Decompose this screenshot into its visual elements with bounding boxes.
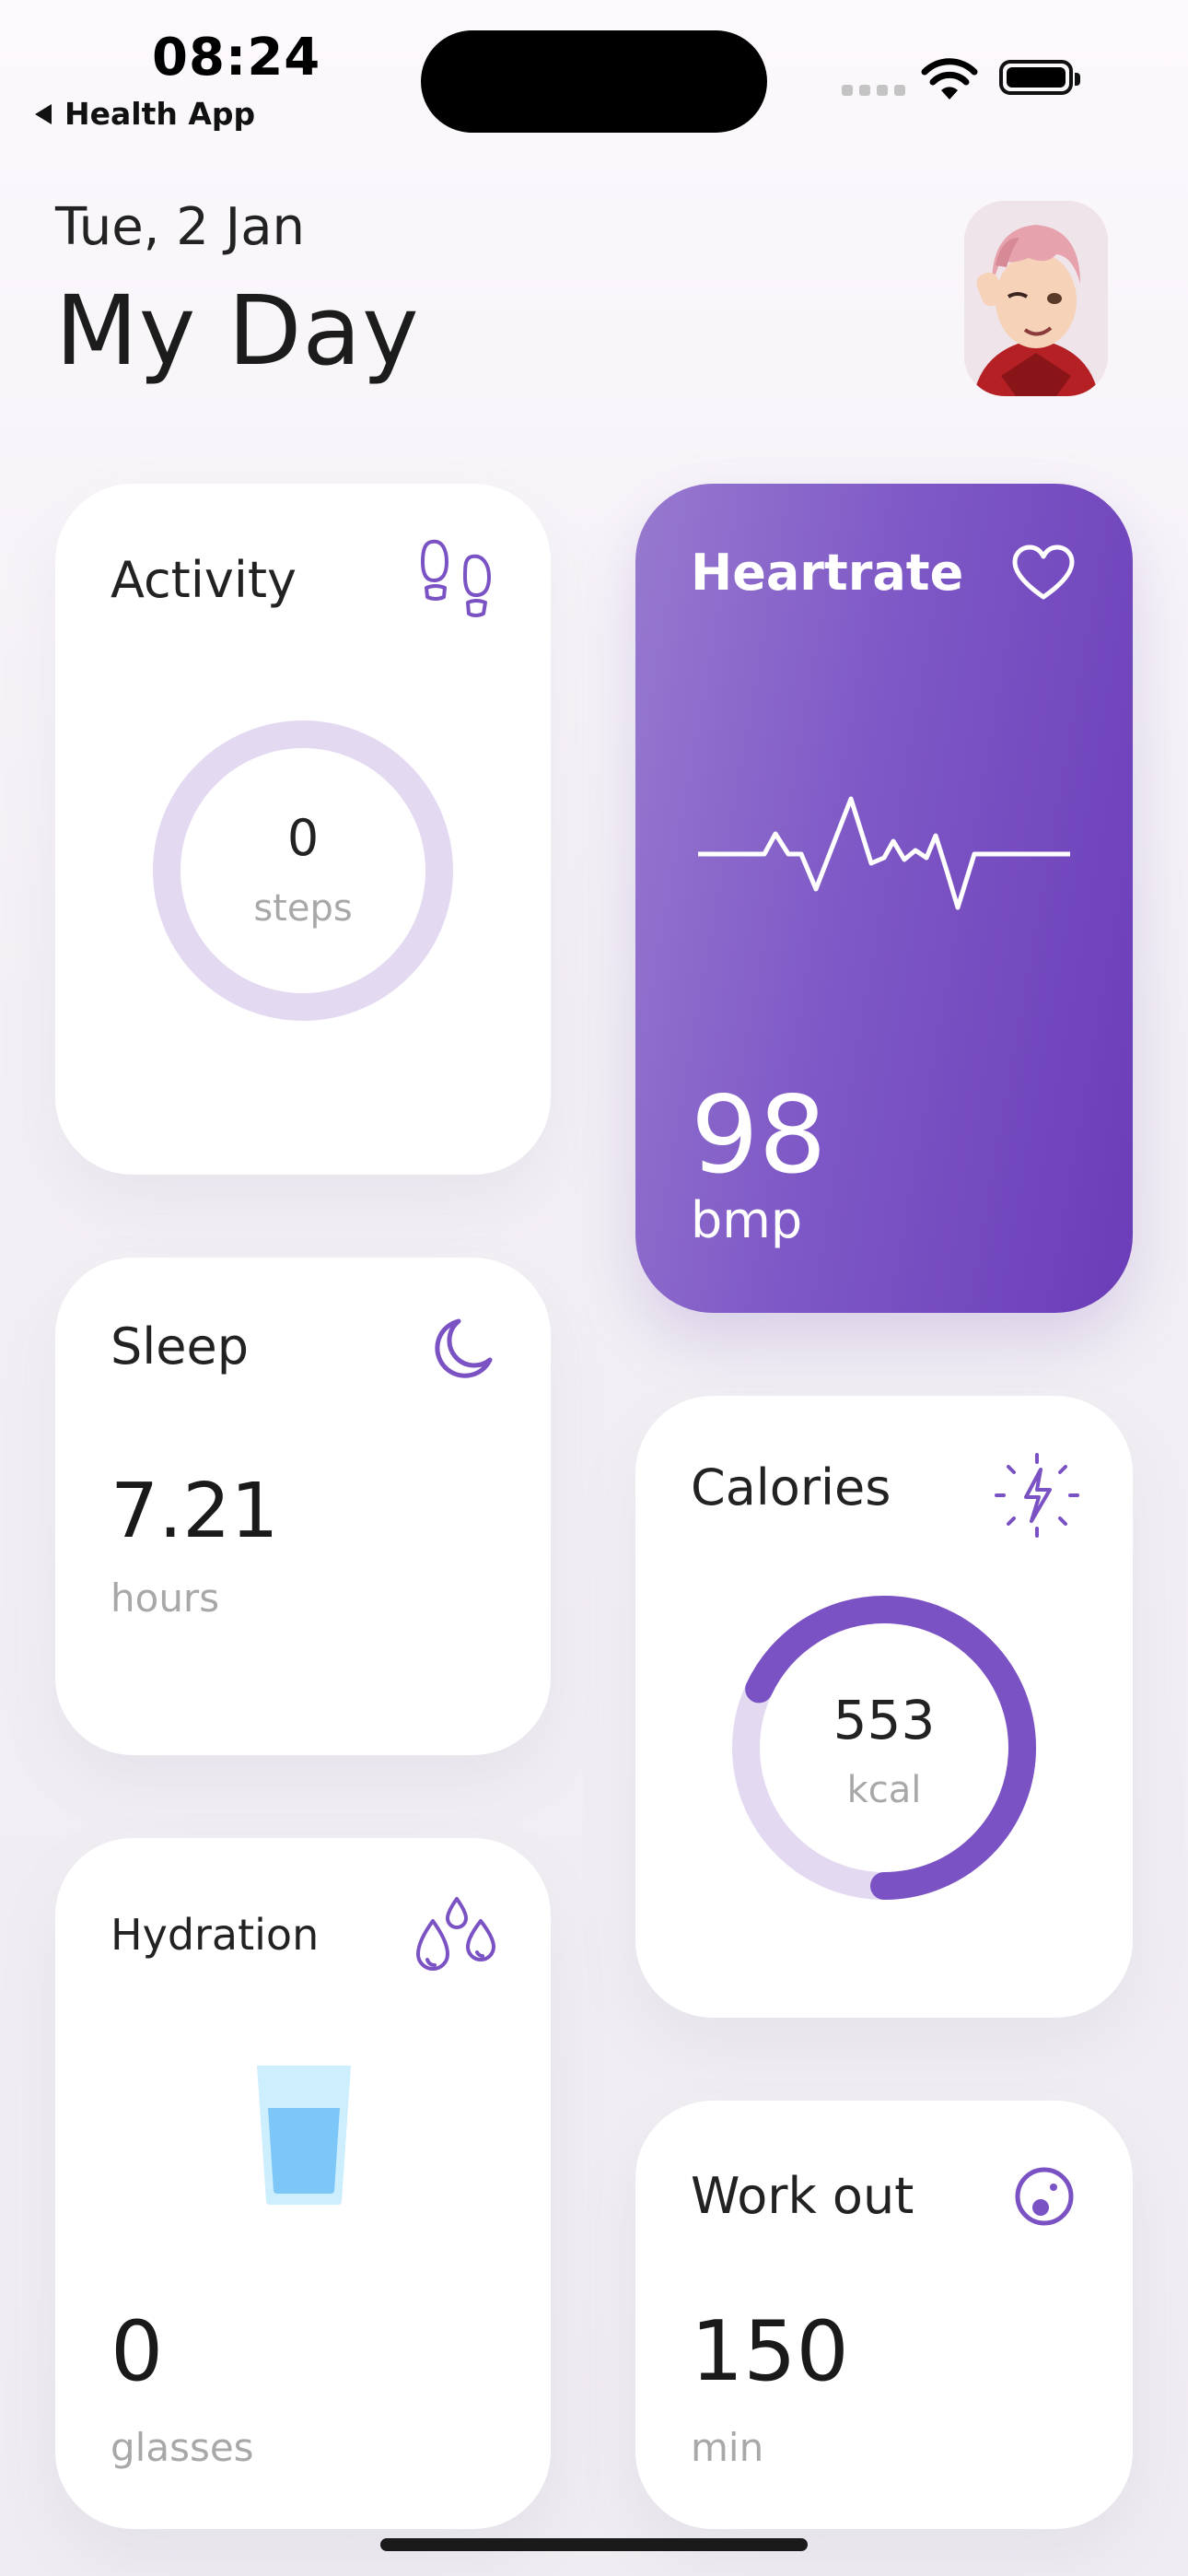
activity-steps-unit: steps [253, 887, 353, 930]
heartrate-unit: bmp [691, 1191, 803, 1249]
back-arrow-icon [35, 103, 52, 124]
workout-value: 150 [691, 2303, 849, 2400]
status-time: 08:24 [152, 28, 321, 88]
page-title: My Day [55, 275, 420, 387]
sleep-label: Sleep [111, 1317, 250, 1376]
activity-ring [153, 720, 453, 1021]
avatar[interactable] [964, 201, 1108, 396]
workout-unit: min [691, 2425, 764, 2470]
heartrate-card[interactable]: Heartrate 98 bmp [635, 484, 1133, 1313]
footprints-icon [421, 539, 491, 617]
workout-icon [1015, 2167, 1074, 2226]
cellular-signal-icon [842, 85, 905, 96]
back-to-app-button[interactable]: Health App [35, 96, 255, 132]
activity-card[interactable]: Activity 0 steps [55, 484, 551, 1175]
heartrate-label: Heartrate [691, 544, 964, 602]
heartrate-value: 98 [691, 1073, 827, 1198]
dynamic-island [421, 30, 767, 133]
calories-unit: kcal [846, 1769, 922, 1811]
energy-bolt-icon [995, 1453, 1079, 1538]
hydration-card[interactable]: Hydration 0 glasses [55, 1838, 551, 2529]
moon-icon [435, 1318, 493, 1378]
workout-label: Work out [691, 2167, 914, 2225]
sleep-card[interactable]: Sleep 7.21 hours [55, 1258, 551, 1755]
hydration-value: 0 [111, 2303, 164, 2400]
calories-value: 553 [833, 1689, 936, 1751]
calories-card[interactable]: Calories 553 kcal [635, 1396, 1133, 2018]
activity-steps-value: 0 [286, 809, 320, 867]
hydration-unit: glasses [111, 2425, 254, 2470]
battery-icon [999, 60, 1080, 95]
heart-icon [1012, 544, 1075, 600]
back-app-label: Health App [64, 96, 256, 132]
heartbeat-waveform [698, 796, 1070, 910]
wifi-icon [921, 58, 978, 100]
current-date: Tue, 2 Jan [55, 197, 306, 257]
workout-card[interactable]: Work out 150 min [635, 2101, 1133, 2529]
sleep-unit: hours [111, 1575, 220, 1621]
home-indicator[interactable] [380, 2538, 808, 2551]
calories-label: Calories [691, 1458, 891, 1516]
sleep-value: 7.21 [111, 1468, 279, 1555]
activity-label: Activity [111, 551, 297, 609]
hydration-label: Hydration [111, 1910, 320, 1960]
water-drops-icon [416, 1897, 495, 1971]
water-glass-icon [257, 2066, 351, 2205]
